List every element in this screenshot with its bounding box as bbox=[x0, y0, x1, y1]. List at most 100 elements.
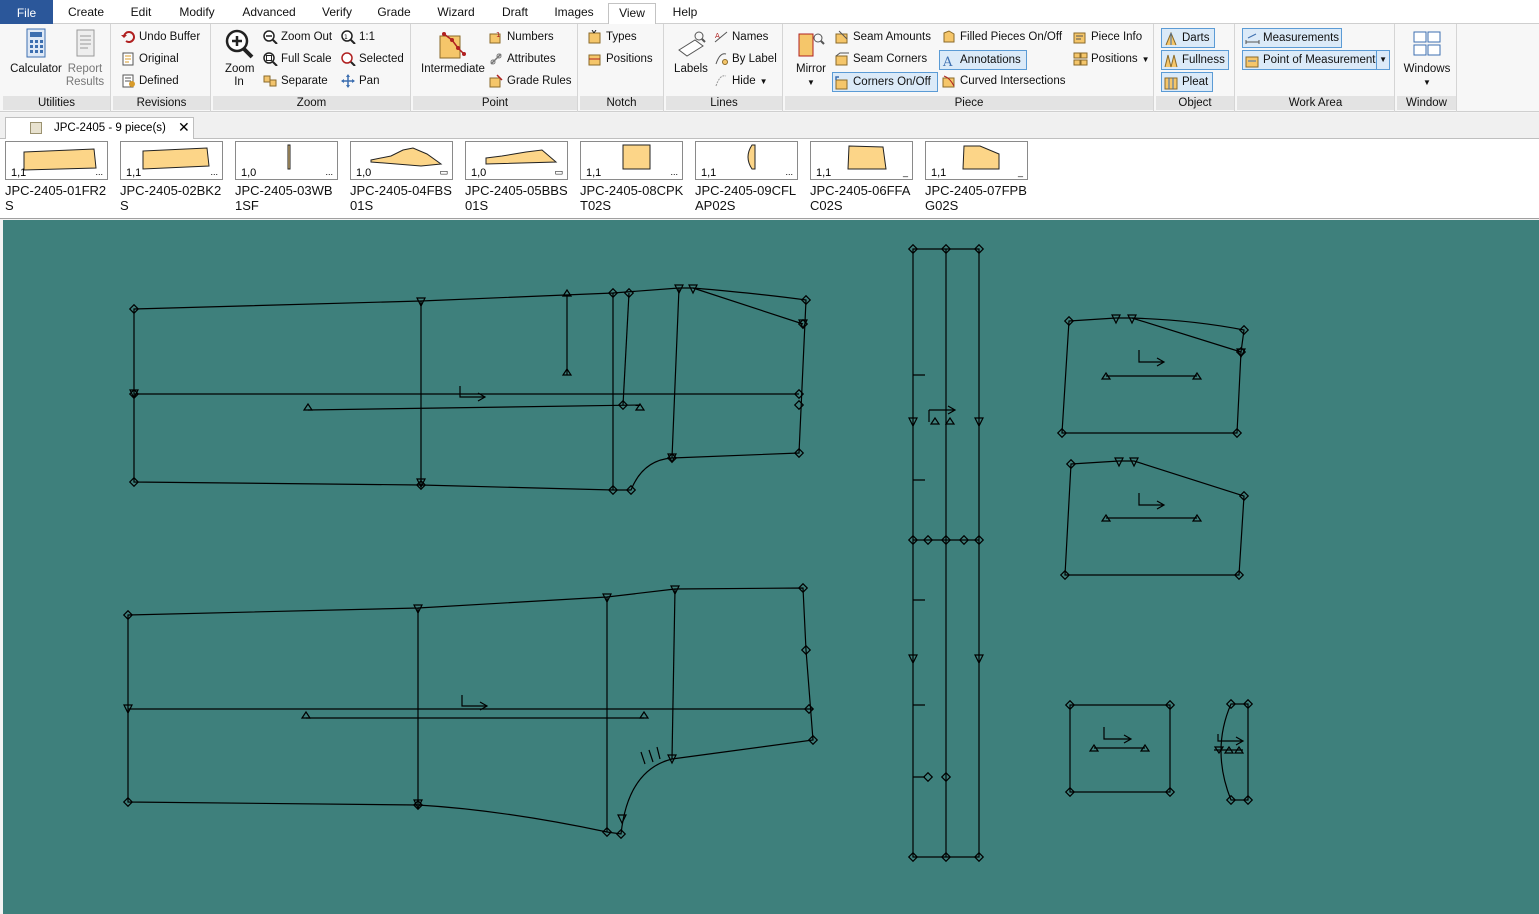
zoom-selected-icon bbox=[341, 52, 356, 66]
full-scale-button[interactable]: Full Scale bbox=[261, 49, 332, 69]
point-attributes-button[interactable]: Attributes bbox=[487, 49, 556, 69]
piece-info-button[interactable]: Piece Info bbox=[1071, 27, 1142, 47]
defined-button[interactable]: Defined bbox=[119, 71, 179, 91]
document-tab[interactable]: JPC-2405 - 9 piece(s) ✕ bbox=[5, 117, 194, 139]
menu-advanced[interactable]: Advanced bbox=[234, 3, 304, 23]
piece-preview: 1,0 ... bbox=[235, 141, 338, 180]
piece-strip: 1,1 ... JPC-2405-01FR2S 1,1 ... JPC-2405… bbox=[0, 139, 1539, 219]
point-numbers-button[interactable]: 1 Numbers bbox=[487, 27, 554, 47]
piece-preview: 1,0 ▭ bbox=[350, 141, 453, 180]
coin-pocket-piece[interactable] bbox=[1069, 704, 1171, 793]
windows-dropdown[interactable]: Windows ▼ bbox=[1399, 26, 1455, 89]
piece-thumbnail[interactable]: 1,0 ... JPC-2405-03WB1SF bbox=[235, 141, 339, 213]
menu-file[interactable]: File bbox=[0, 0, 53, 24]
piece-count: 1,1 bbox=[586, 167, 602, 179]
full-scale-icon bbox=[263, 52, 278, 66]
menu-grade[interactable]: Grade bbox=[370, 3, 418, 23]
group-object: Darts Fullness Pleat Object bbox=[1156, 24, 1235, 112]
one-to-one-icon: 1 bbox=[341, 30, 356, 44]
intermediate-button[interactable]: Intermediate bbox=[417, 26, 489, 76]
menu-verify[interactable]: Verify bbox=[312, 3, 362, 23]
calculator-button[interactable]: Calculator bbox=[7, 26, 65, 76]
darts-icon bbox=[1165, 32, 1177, 46]
notch-types-icon bbox=[588, 30, 601, 44]
menu-help[interactable]: Help bbox=[664, 3, 706, 23]
piece-thumbnail[interactable]: 1,1 _ JPC-2405-07FPBG02S bbox=[925, 141, 1029, 213]
grade-rules-icon bbox=[489, 74, 503, 88]
lines-hide-dropdown[interactable]: Hide ▼ bbox=[712, 71, 768, 91]
chevron-down-icon: ▼ bbox=[1376, 51, 1387, 69]
front-pant-piece[interactable] bbox=[133, 287, 807, 491]
separate-button[interactable]: Separate bbox=[261, 71, 328, 91]
menu-wizard[interactable]: Wizard bbox=[428, 3, 484, 23]
pan-button[interactable]: Pan bbox=[339, 71, 379, 91]
notch-group-label: Notch bbox=[580, 96, 663, 110]
mirror-button[interactable]: Mirror ▼ bbox=[789, 26, 833, 89]
back-pant-corners bbox=[122, 582, 819, 840]
piece-thumbnail[interactable]: 1,1 ... JPC-2405-09CFLAP02S bbox=[695, 141, 799, 213]
menu-modify[interactable]: Modify bbox=[170, 3, 224, 23]
zoom-out-icon bbox=[263, 30, 278, 44]
waistband-piece[interactable] bbox=[912, 248, 980, 858]
seam-corners-button[interactable]: Seam Corners bbox=[833, 49, 927, 69]
piece-thumbnail[interactable]: 1,1 ... JPC-2405-01FR2S bbox=[5, 141, 109, 213]
names-icon: A bbox=[714, 31, 728, 43]
corners-on-off-toggle[interactable]: Corners On/Off bbox=[832, 72, 938, 92]
fullness-toggle[interactable]: Fullness bbox=[1161, 50, 1229, 70]
piece-name: JPC-2405-08CPKT02S bbox=[580, 183, 684, 213]
work-area-canvas[interactable] bbox=[3, 220, 1539, 914]
curved-intersections-button[interactable]: Curved Intersections bbox=[940, 71, 1065, 91]
annotations-toggle[interactable]: A Annotations bbox=[939, 50, 1027, 70]
point-group-label: Point bbox=[413, 96, 577, 110]
defined-icon bbox=[122, 74, 135, 88]
piece-count: 1,1 bbox=[816, 167, 832, 179]
menu-create[interactable]: Create bbox=[62, 3, 110, 23]
notch-types-button[interactable]: Types bbox=[586, 27, 637, 47]
lines-labels-button[interactable]: Labels bbox=[670, 26, 712, 76]
pleat-toggle[interactable]: Pleat bbox=[1161, 72, 1213, 92]
close-icon[interactable]: ✕ bbox=[178, 117, 190, 137]
original-button[interactable]: Original bbox=[119, 49, 179, 69]
filled-pieces-button[interactable]: Filled Pieces On/Off bbox=[940, 27, 1062, 47]
measurements-toggle[interactable]: Measurements bbox=[1242, 28, 1342, 48]
menu-edit[interactable]: Edit bbox=[120, 3, 162, 23]
front-facing-piece[interactable] bbox=[1061, 317, 1245, 434]
one-to-one-button[interactable]: 1 1:1 bbox=[339, 27, 375, 47]
zoom-in-button[interactable]: Zoom In bbox=[219, 26, 259, 89]
piece-thumbnail[interactable]: 1,1 _ JPC-2405-06FFAC02S bbox=[810, 141, 914, 213]
notch-positions-button[interactable]: Positions bbox=[586, 49, 653, 69]
piece-preview: 1,1 ... bbox=[5, 141, 108, 180]
report-results-button[interactable]: Report Results bbox=[63, 26, 107, 89]
report-icon bbox=[76, 29, 95, 57]
revisions-group-label: Revisions bbox=[113, 96, 210, 110]
grade-rules-button[interactable]: Grade Rules bbox=[487, 71, 572, 91]
menu-view[interactable]: View bbox=[608, 3, 656, 25]
piece-thumbnail[interactable]: 1,0 ▭ JPC-2405-05BBS01S bbox=[465, 141, 569, 213]
zoom-out-button[interactable]: Zoom Out bbox=[261, 27, 332, 47]
zoom-selected-button[interactable]: Selected bbox=[339, 49, 404, 69]
menu-draft[interactable]: Draft bbox=[492, 3, 538, 23]
group-piece: Mirror ▼ Seam Amounts Seam Corners Corne… bbox=[785, 24, 1154, 112]
piece-flag: ▭ bbox=[554, 167, 563, 177]
notch-positions-icon bbox=[588, 54, 601, 66]
lines-names-button[interactable]: A Names bbox=[712, 27, 768, 47]
back-pant-piece[interactable] bbox=[127, 587, 814, 835]
group-point: Intermediate 1 Numbers Attributes Grade R… bbox=[413, 24, 578, 112]
piece-positions-dropdown[interactable]: Positions ▼ bbox=[1071, 49, 1150, 69]
point-of-measurement-dropdown[interactable]: Point of Measurement ▼ bbox=[1242, 50, 1390, 70]
piece-count: 1,1 bbox=[701, 167, 717, 179]
lines-by-label-button[interactable]: By Label bbox=[712, 49, 777, 69]
undo-buffer-button[interactable]: Undo Buffer bbox=[119, 27, 200, 47]
front-pocket-bag-corners bbox=[1059, 457, 1250, 581]
piece-name: JPC-2405-06FFAC02S bbox=[810, 183, 911, 213]
front-pocket-bag-piece[interactable] bbox=[1064, 460, 1245, 576]
group-zoom: Zoom In Zoom Out Full Scale Separate 1 1:… bbox=[213, 24, 411, 112]
piece-thumbnail[interactable]: 1,0 ▭ JPC-2405-04FBS01S bbox=[350, 141, 454, 213]
seam-amounts-button[interactable]: Seam Amounts bbox=[833, 27, 931, 47]
measurements-icon bbox=[1245, 33, 1260, 44]
piece-thumbnail[interactable]: 1,1 ... JPC-2405-02BK2S bbox=[120, 141, 224, 213]
piece-thumbnail[interactable]: 1,1 ... JPC-2405-08CPKT02S bbox=[580, 141, 684, 213]
darts-toggle[interactable]: Darts bbox=[1161, 28, 1215, 48]
menu-images[interactable]: Images bbox=[546, 3, 602, 23]
fullness-icon bbox=[1164, 54, 1178, 68]
